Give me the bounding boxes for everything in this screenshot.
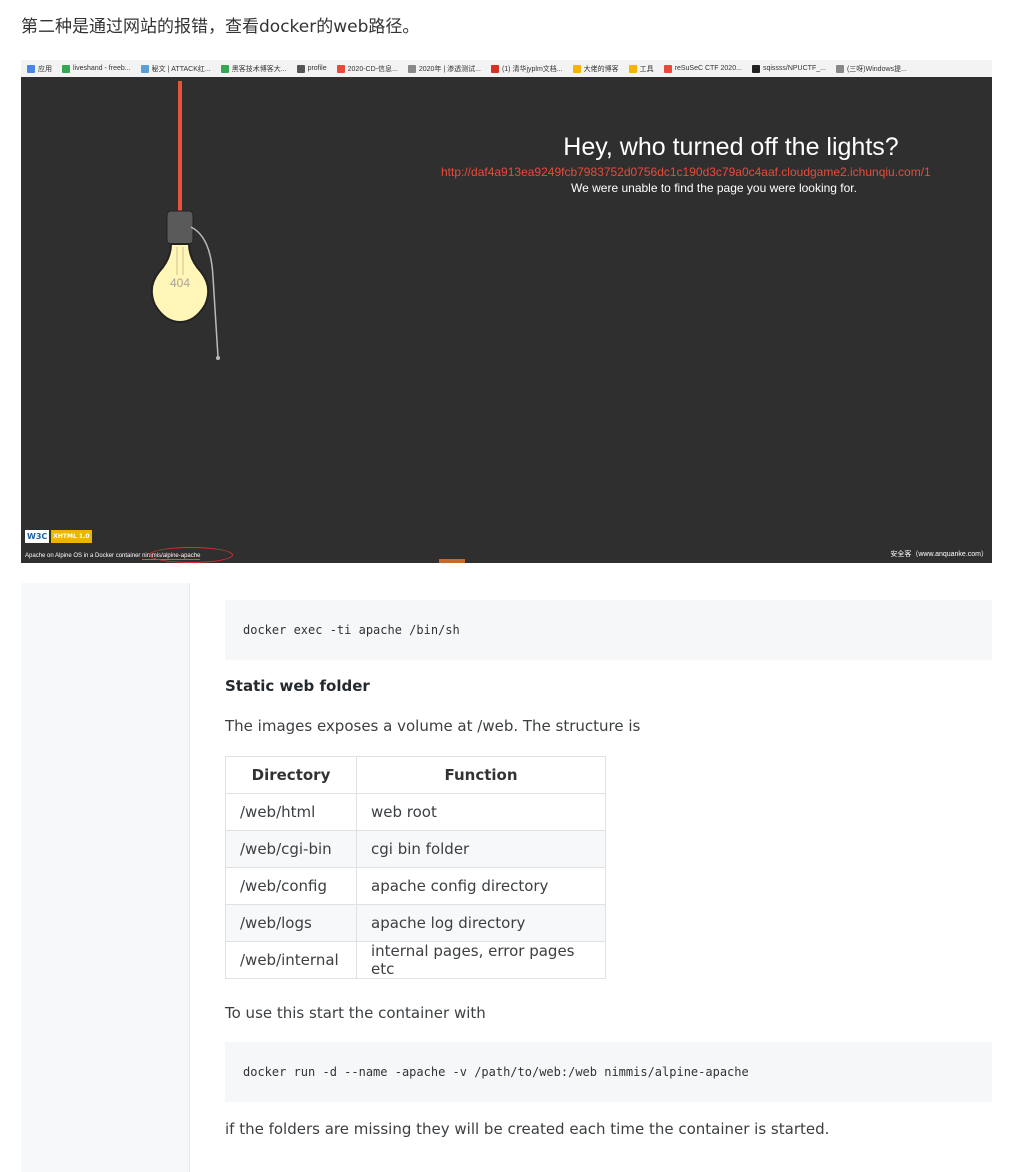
bookmark-icon: [296, 64, 305, 73]
error-headline: Hey, who turned off the lights?: [563, 133, 899, 161]
bulb-cord: [178, 81, 182, 213]
table-cell: apache log directory: [356, 904, 606, 942]
bookmark-label: 2020年 | 渗透测试...: [418, 65, 481, 73]
bookmark-icon: [751, 64, 760, 73]
bookmark-label: profile: [307, 65, 327, 72]
bookmark-item[interactable]: 秘文 | ATTACK红...: [140, 64, 211, 74]
bookmark-label: reSuSeC CTF 2020...: [674, 65, 742, 72]
table-cell: apache config directory: [356, 867, 606, 905]
bookmark-icon: [628, 64, 637, 73]
docs-sidebar: [21, 583, 190, 1172]
bookmark-icon: [62, 64, 70, 73]
table-cell: /web/internal: [225, 941, 357, 979]
bookmark-icon: [835, 64, 844, 73]
column-header: Function: [356, 756, 606, 794]
bookmark-item[interactable]: 2020-CD-信息...: [336, 64, 398, 74]
bookmark-icon: [140, 64, 149, 73]
bookmark-label: 秘文 | ATTACK红...: [151, 65, 211, 73]
table-cell: /web/html: [225, 793, 357, 831]
error-url[interactable]: http://daf4a913ea9249fcb7983752d0756dc1c…: [441, 165, 992, 179]
bookmark-item[interactable]: 应用: [27, 64, 52, 74]
bookmark-icon: [336, 64, 345, 73]
table-row: /web/html web root: [225, 793, 606, 831]
bookmark-label: (三呀)Windows提...: [846, 65, 907, 73]
bookmark-item[interactable]: (1) 清华jyplm文档...: [490, 64, 563, 74]
table-row: /web/config apache config directory: [225, 867, 606, 905]
bookmark-item[interactable]: reSuSeC CTF 2020...: [663, 64, 742, 73]
bookmark-label: 工具: [639, 65, 654, 73]
table-cell: cgi bin folder: [356, 830, 606, 868]
table-row: /web/internal internal pages, error page…: [225, 941, 606, 979]
code-block-exec: docker exec -ti apache /bin/sh: [225, 600, 992, 660]
bookmark-item[interactable]: 大佬的博客: [572, 64, 619, 74]
bookmark-icon: [27, 64, 35, 73]
error-page-screenshot: 404 Hey, who turned off the lights? http…: [21, 77, 992, 563]
intro-text: 第二种是通过网站的报错，查看docker的web路径。: [21, 17, 420, 37]
table-row: /web/logs apache log directory: [225, 904, 606, 942]
bookmark-label: sqissss/NPUCTF_...: [762, 65, 826, 72]
bookmark-label: 黑客技术博客大...: [231, 65, 287, 73]
error-message: We were unable to find the page you were…: [571, 181, 857, 195]
bookmark-icon: [220, 64, 229, 73]
bulb-404-label: 404: [170, 276, 190, 290]
table-row: /web/cgi-bin cgi bin folder: [225, 830, 606, 868]
directory-table: Directory Function /web/html web root /w…: [225, 756, 606, 979]
table-cell: /web/cgi-bin: [225, 830, 357, 868]
bookmark-item[interactable]: 黑客技术博客大...: [220, 64, 287, 74]
bookmark-item[interactable]: 2020年 | 渗透测试...: [407, 64, 481, 74]
bookmark-item[interactable]: liveshand - freeb...: [62, 64, 131, 73]
bookmark-icon: [572, 64, 581, 73]
footer-prefix: Apache on Alpine OS in a Docker containe…: [25, 553, 143, 559]
section-heading: Static web folder: [225, 677, 370, 695]
bookmark-icon: [490, 64, 499, 73]
watermark: 安全客（www.anquanke.com）: [890, 551, 988, 558]
bookmark-label: 应用: [38, 65, 52, 73]
paragraph-folders: if the folders are missing they will be …: [225, 1120, 830, 1138]
bookmark-item[interactable]: sqissss/NPUCTF_...: [751, 64, 826, 73]
table-cell: internal pages, error pages etc: [356, 941, 606, 979]
bookmark-label: liveshand - freeb...: [73, 65, 131, 72]
scroll-marker: [439, 559, 465, 563]
table-cell: /web/logs: [225, 904, 357, 942]
bulb-socket: [166, 210, 194, 245]
bookmark-icon: [663, 64, 672, 73]
pull-string-knob: [216, 356, 220, 360]
bookmark-item[interactable]: 工具: [628, 64, 654, 74]
validator-badges[interactable]: W3C XHTML 1.0: [25, 530, 92, 543]
lightbulb-illustration: 404: [150, 81, 220, 360]
bookmark-item[interactable]: (三呀)Windows提...: [835, 64, 907, 74]
table-cell: /web/config: [225, 867, 357, 905]
bookmark-icon: [407, 64, 416, 73]
w3c-badge[interactable]: W3C: [25, 530, 50, 543]
bookmark-label: 大佬的博客: [583, 65, 619, 73]
paragraph-volume: The images exposes a volume at /web. The…: [225, 717, 641, 735]
table-header-row: Directory Function: [225, 756, 606, 794]
highlight-annotation: [149, 547, 233, 563]
bookmark-label: 2020-CD-信息...: [347, 65, 398, 73]
bookmark-item[interactable]: profile: [296, 64, 327, 73]
xhtml-badge[interactable]: XHTML 1.0: [51, 530, 92, 543]
code-block-run: docker run -d --name -apache -v /path/to…: [225, 1042, 992, 1102]
table-cell: web root: [356, 793, 606, 831]
paragraph-start: To use this start the container with: [225, 1004, 486, 1022]
bookmark-label: (1) 清华jyplm文档...: [501, 65, 563, 73]
bookmarks-bar: 应用 liveshand - freeb... 秘文 | ATTACK红... 黑客技…: [21, 60, 992, 77]
column-header: Directory: [225, 756, 357, 794]
